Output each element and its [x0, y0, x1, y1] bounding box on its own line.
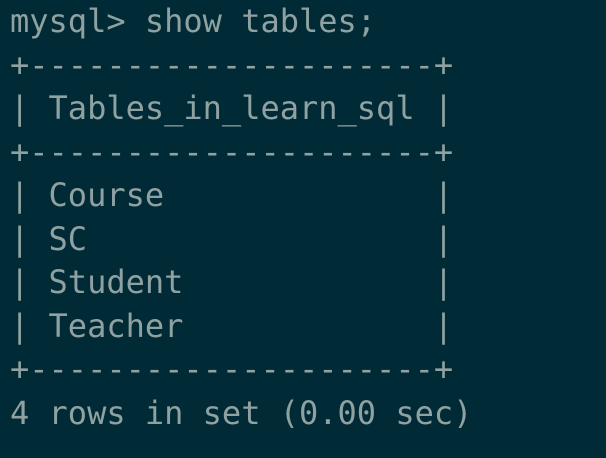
table-row: | SC |	[10, 219, 454, 258]
table-border: +---------------------+	[10, 132, 454, 171]
command-line: mysql> show tables;	[10, 2, 377, 40]
result-summary: 4 rows in set (0.00 sec)	[10, 393, 473, 432]
table-border: +---------------------+	[10, 350, 454, 388]
table-row: | Teacher |	[10, 306, 454, 345]
terminal-output[interactable]: mysql> show tables; +-------------------…	[0, 0, 606, 435]
table-row: | Student |	[10, 263, 454, 301]
table-row: | Course |	[10, 176, 454, 214]
table-border: +---------------------+	[10, 45, 454, 84]
table-header: | Tables_in_learn_sql |	[10, 89, 454, 127]
